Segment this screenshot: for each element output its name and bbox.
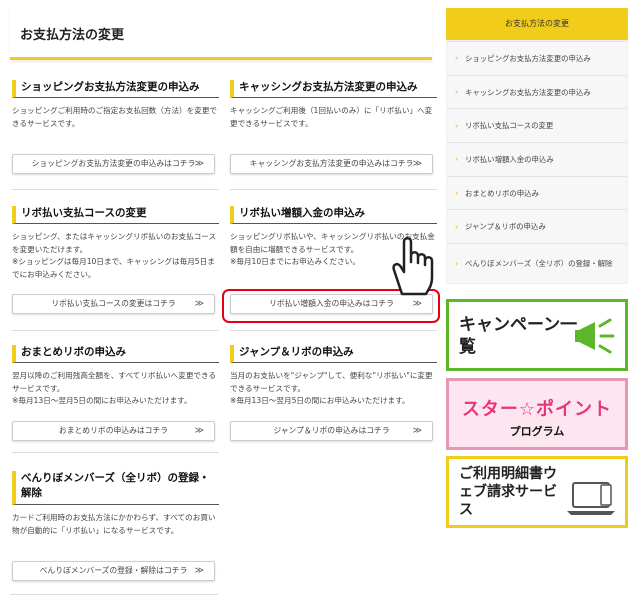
- sidebar-item-benribo-members[interactable]: › べんりぼメンバーズ（全リボ）の登録・解除: [447, 243, 627, 283]
- double-chevron-icon: ≫: [412, 426, 422, 436]
- sidebar-title: お支払方法の変更: [446, 8, 628, 40]
- sidebar-item-label: キャッシングお支払方法変更の申込み: [465, 87, 591, 97]
- section-revolving-course-change: リボ払い支払コースの変更 ショッピング、またはキャッシングリボ払いのお支払コース…: [12, 206, 219, 314]
- page-title: お支払方法の変更: [20, 28, 125, 43]
- sidebar-item-revolving-increase-payment[interactable]: › リボ払い増額入金の申込み: [447, 142, 627, 176]
- section-cashing-payment-change: キャッシングお支払方法変更の申込み キャッシングご利用後（1回払いのみ）に「リボ…: [230, 80, 437, 174]
- section-heading: リボ払い増額入金の申込み: [230, 206, 437, 224]
- double-chevron-icon: ≫: [194, 426, 204, 436]
- sidebar-item-label: ショッピングお支払方法変更の申込み: [465, 53, 591, 63]
- button-label: べんりぼメンバーズの登録・解除はコチラ: [39, 566, 188, 575]
- sidebar-item-cashing-payment-change[interactable]: › キャッシングお支払方法変更の申込み: [447, 74, 627, 109]
- section-description: 翌月以降のご利用残高全額を、すべてリボ払いへ変更できるサービスです。: [12, 371, 217, 393]
- cashing-payment-change-button[interactable]: キャッシングお支払方法変更の申込みはコチラ ≫: [230, 154, 433, 174]
- section-heading: べんりぼメンバーズ（全リボ）の登録・解除: [12, 471, 219, 505]
- pointing-hand-icon: [392, 237, 434, 296]
- chevron-right-icon: ›: [455, 53, 459, 63]
- section-description: ショッピングご利用時のご指定お支払回数（方法）を変更できるサービスです。: [12, 106, 218, 128]
- campaign-list-banner[interactable]: キャンペーン一覧: [446, 299, 628, 371]
- divider: [12, 330, 219, 331]
- chevron-right-icon: ›: [455, 121, 459, 131]
- section-benribo-members: べんりぼメンバーズ（全リボ）の登録・解除 カードご利用時のお支払方法にかかわらず…: [12, 471, 219, 581]
- sidebar-item-label: リボ払い支払コースの変更: [465, 121, 554, 131]
- chevron-right-icon: ›: [455, 222, 459, 232]
- sidebar-item-label: べんりぼメンバーズ（全リボ）の登録・解除: [465, 258, 613, 268]
- button-label: リボ払い支払コースの変更はコチラ: [51, 299, 176, 308]
- double-chevron-icon: ≫: [412, 159, 422, 169]
- divider: [230, 189, 437, 190]
- campaign-banner-text: キャンペーン一覧: [459, 315, 578, 357]
- divider: [230, 330, 437, 331]
- chevron-right-icon: ›: [455, 87, 459, 97]
- chevron-right-icon: ›: [455, 154, 459, 164]
- button-label: ショッピングお支払方法変更の申込みはコチラ: [31, 159, 196, 168]
- revolving-course-change-button[interactable]: リボ払い支払コースの変更はコチラ ≫: [12, 294, 215, 314]
- section-heading: ジャンプ＆リボの申込み: [230, 345, 437, 363]
- button-label: おまとめリボの申込みはコチラ: [58, 426, 169, 435]
- statement-banner-text: ご利用明細書ウェブ請求サービス: [459, 466, 557, 518]
- section-heading: ショッピングお支払方法変更の申込み: [12, 80, 219, 98]
- star-point-banner-subtitle: プログラム: [509, 425, 565, 438]
- chevron-right-icon: ›: [455, 258, 459, 268]
- section-note: ※ショッピングは毎月10日まで、キャッシングは毎月5日までにお申込みください。: [12, 257, 215, 279]
- section-jump-ribo: ジャンプ＆リボの申込み 当月のお支払いを"ジャンプ"して、便利な"リボ払い"に変…: [230, 345, 437, 441]
- sidebar-item-label: おまとめリボの申込み: [465, 188, 539, 198]
- star-point-banner-title: スター☆ポイント: [461, 399, 613, 420]
- jump-ribo-button[interactable]: ジャンプ＆リボの申込みはコチラ ≫: [230, 421, 433, 441]
- sidebar-item-label: ジャンプ＆リボの申込み: [465, 222, 546, 232]
- shopping-payment-change-button[interactable]: ショッピングお支払方法変更の申込みはコチラ ≫: [12, 154, 215, 174]
- button-label: ジャンプ＆リボの申込みはコチラ: [273, 426, 390, 435]
- megaphone-icon: [575, 318, 615, 354]
- sidebar-item-omatome-ribo[interactable]: › おまとめリボの申込み: [447, 175, 627, 210]
- omatome-ribo-button[interactable]: おまとめリボの申込みはコチラ ≫: [12, 421, 215, 441]
- sidebar-item-label: リボ払い増額入金の申込み: [465, 154, 554, 164]
- chevron-right-icon: ›: [455, 188, 459, 198]
- section-shopping-payment-change: ショッピングお支払方法変更の申込み ショッピングご利用時のご指定お支払回数（方法…: [12, 80, 219, 174]
- double-chevron-icon: ≫: [194, 566, 204, 576]
- star-point-program-banner[interactable]: スター☆ポイント プログラム: [446, 378, 628, 450]
- section-description: ショッピング、またはキャッシングリボ払いのお支払コースを変更いただけます。: [12, 232, 217, 254]
- double-chevron-icon: ≫: [194, 159, 204, 169]
- section-description: 当月のお支払いを"ジャンプ"して、便利な"リボ払い"に変更できるサービスです。: [230, 371, 433, 393]
- sidebar-item-revolving-course-change[interactable]: › リボ払い支払コースの変更: [447, 108, 627, 142]
- page-title-box: お支払方法の変更: [10, 8, 432, 60]
- divider: [12, 189, 219, 190]
- section-note: ※毎月13日～翌月5日の間にお申込みいただけます。: [230, 396, 410, 405]
- divider: [12, 452, 219, 453]
- statement-web-billing-banner[interactable]: ご利用明細書ウェブ請求サービス: [446, 456, 628, 528]
- divider: [10, 594, 218, 595]
- button-label: キャッシングお支払方法変更の申込みはコチラ: [249, 159, 414, 168]
- section-note: ※毎月13日～翌月5日の間にお申込みいただけます。: [12, 396, 192, 405]
- section-heading: リボ払い支払コースの変更: [12, 206, 219, 224]
- sidebar-nav: › ショッピングお支払方法変更の申込み › キャッシングお支払方法変更の申込み …: [446, 40, 628, 285]
- sidebar-item-shopping-payment-change[interactable]: › ショッピングお支払方法変更の申込み: [447, 41, 627, 75]
- section-description: キャッシングご利用後（1回払いのみ）に「リボ払い」へ変更できるサービスです。: [230, 106, 433, 128]
- sidebar-item-jump-ribo[interactable]: › ジャンプ＆リボの申込み: [447, 209, 627, 243]
- section-heading: キャッシングお支払方法変更の申込み: [230, 80, 437, 98]
- benribo-members-button[interactable]: べんりぼメンバーズの登録・解除はコチラ ≫: [12, 561, 215, 581]
- laptop-icon: [567, 482, 615, 515]
- section-description: カードご利用時のお支払方法にかかわらず、すべてのお買い物が自動的に「リボ払い」に…: [12, 513, 216, 535]
- section-omatome-ribo: おまとめリボの申込み 翌月以降のご利用残高全額を、すべてリボ払いへ変更できるサー…: [12, 345, 219, 441]
- double-chevron-icon: ≫: [194, 299, 204, 309]
- section-heading: おまとめリボの申込み: [12, 345, 219, 363]
